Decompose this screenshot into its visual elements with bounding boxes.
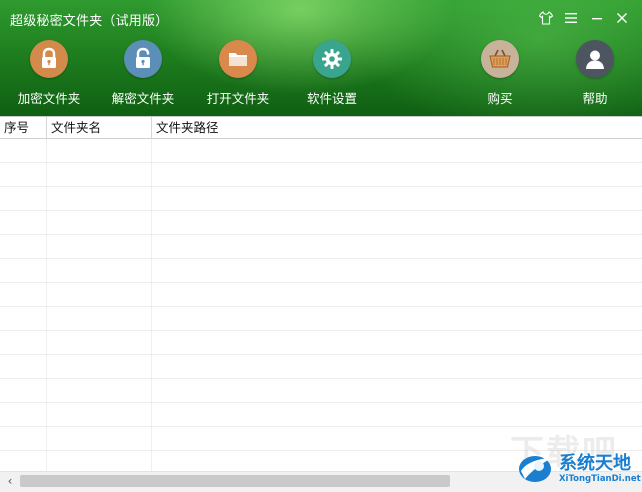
table-row[interactable]	[0, 187, 642, 211]
table-row[interactable]	[0, 403, 642, 427]
menu-button[interactable]	[561, 8, 581, 28]
table-cell	[0, 163, 47, 186]
table-cell	[152, 211, 642, 234]
gear-icon	[313, 40, 351, 78]
decrypt-folder-button[interactable]: 解密文件夹	[95, 40, 191, 106]
table-cell	[47, 355, 152, 378]
column-header-folder-path[interactable]: 文件夹路径	[152, 117, 642, 138]
table-row[interactable]	[0, 163, 642, 187]
table-cell	[0, 283, 47, 306]
help-button[interactable]: 帮助	[547, 40, 642, 106]
table-row[interactable]	[0, 259, 642, 283]
minimize-button[interactable]	[587, 8, 607, 28]
close-button[interactable]	[612, 8, 632, 28]
table-cell	[47, 163, 152, 186]
title-bar-toolbar: 超级秘密文件夹（试用版） 加密文件夹 解密文件夹 打开文件夹 软件设置 购买 帮…	[0, 0, 642, 116]
table-cell	[152, 259, 642, 282]
close-icon	[617, 13, 627, 23]
folder-table: 序号 文件夹名 文件夹路径	[0, 116, 642, 472]
table-cell	[47, 427, 152, 450]
table-cell	[47, 259, 152, 282]
table-cell	[152, 331, 642, 354]
encrypt-folder-label: 加密文件夹	[17, 91, 81, 106]
table-cell	[0, 379, 47, 402]
table-cell	[152, 403, 642, 426]
table-cell	[47, 451, 152, 472]
table-cell	[152, 451, 642, 472]
table-cell	[0, 235, 47, 258]
table-cell	[0, 211, 47, 234]
unlock-icon	[124, 40, 162, 78]
table-cell	[47, 307, 152, 330]
user-avatar-icon	[576, 40, 614, 78]
folder-icon	[219, 40, 257, 78]
table-cell	[0, 139, 47, 162]
table-cell	[47, 331, 152, 354]
table-cell	[0, 451, 47, 472]
lock-icon	[30, 40, 68, 78]
buy-label: 购买	[487, 91, 513, 106]
table-row[interactable]	[0, 211, 642, 235]
table-cell	[152, 187, 642, 210]
minimize-icon	[592, 18, 602, 20]
table-row[interactable]	[0, 379, 642, 403]
table-cell	[152, 379, 642, 402]
table-row[interactable]	[0, 235, 642, 259]
column-header-folder-name[interactable]: 文件夹名	[47, 117, 152, 138]
buy-button[interactable]: 购买	[452, 40, 548, 106]
table-cell	[47, 283, 152, 306]
help-label: 帮助	[582, 91, 608, 106]
shirt-icon	[538, 11, 554, 25]
table-cell	[47, 211, 152, 234]
table-cell	[47, 379, 152, 402]
table-cell	[47, 235, 152, 258]
table-cell	[152, 235, 642, 258]
table-cell	[0, 307, 47, 330]
open-folder-label: 打开文件夹	[206, 91, 270, 106]
table-cell	[152, 283, 642, 306]
table-cell	[152, 163, 642, 186]
table-row[interactable]	[0, 331, 642, 355]
decrypt-folder-label: 解密文件夹	[111, 91, 175, 106]
table-cell	[47, 139, 152, 162]
table-cell	[0, 187, 47, 210]
table-cell	[152, 427, 642, 450]
table-cell	[47, 187, 152, 210]
table-cell	[0, 403, 47, 426]
hamburger-icon	[565, 13, 577, 23]
table-row[interactable]	[0, 139, 642, 163]
table-row[interactable]	[0, 283, 642, 307]
table-cell	[152, 307, 642, 330]
shopping-basket-icon	[481, 40, 519, 78]
column-header-index[interactable]: 序号	[0, 117, 47, 138]
table-cell	[0, 355, 47, 378]
window-title: 超级秘密文件夹（试用版）	[10, 14, 169, 29]
scrollbar-thumb[interactable]	[20, 475, 450, 487]
table-row[interactable]	[0, 307, 642, 331]
table-cell	[0, 331, 47, 354]
table-cell	[47, 403, 152, 426]
table-header: 序号 文件夹名 文件夹路径	[0, 117, 642, 139]
encrypt-folder-button[interactable]: 加密文件夹	[1, 40, 97, 106]
open-folder-button[interactable]: 打开文件夹	[190, 40, 286, 106]
table-cell	[0, 259, 47, 282]
horizontal-scrollbar[interactable]: ‹	[0, 471, 642, 492]
skin-shirt-button[interactable]	[536, 8, 556, 28]
software-settings-button[interactable]: 软件设置	[284, 40, 380, 106]
table-body	[0, 139, 642, 472]
table-row[interactable]	[0, 355, 642, 379]
table-row[interactable]	[0, 427, 642, 451]
table-row[interactable]	[0, 451, 642, 472]
table-cell	[0, 427, 47, 450]
scroll-left-arrow-icon[interactable]: ‹	[3, 474, 17, 488]
table-cell	[152, 355, 642, 378]
table-cell	[152, 139, 642, 162]
software-settings-label: 软件设置	[306, 91, 357, 106]
